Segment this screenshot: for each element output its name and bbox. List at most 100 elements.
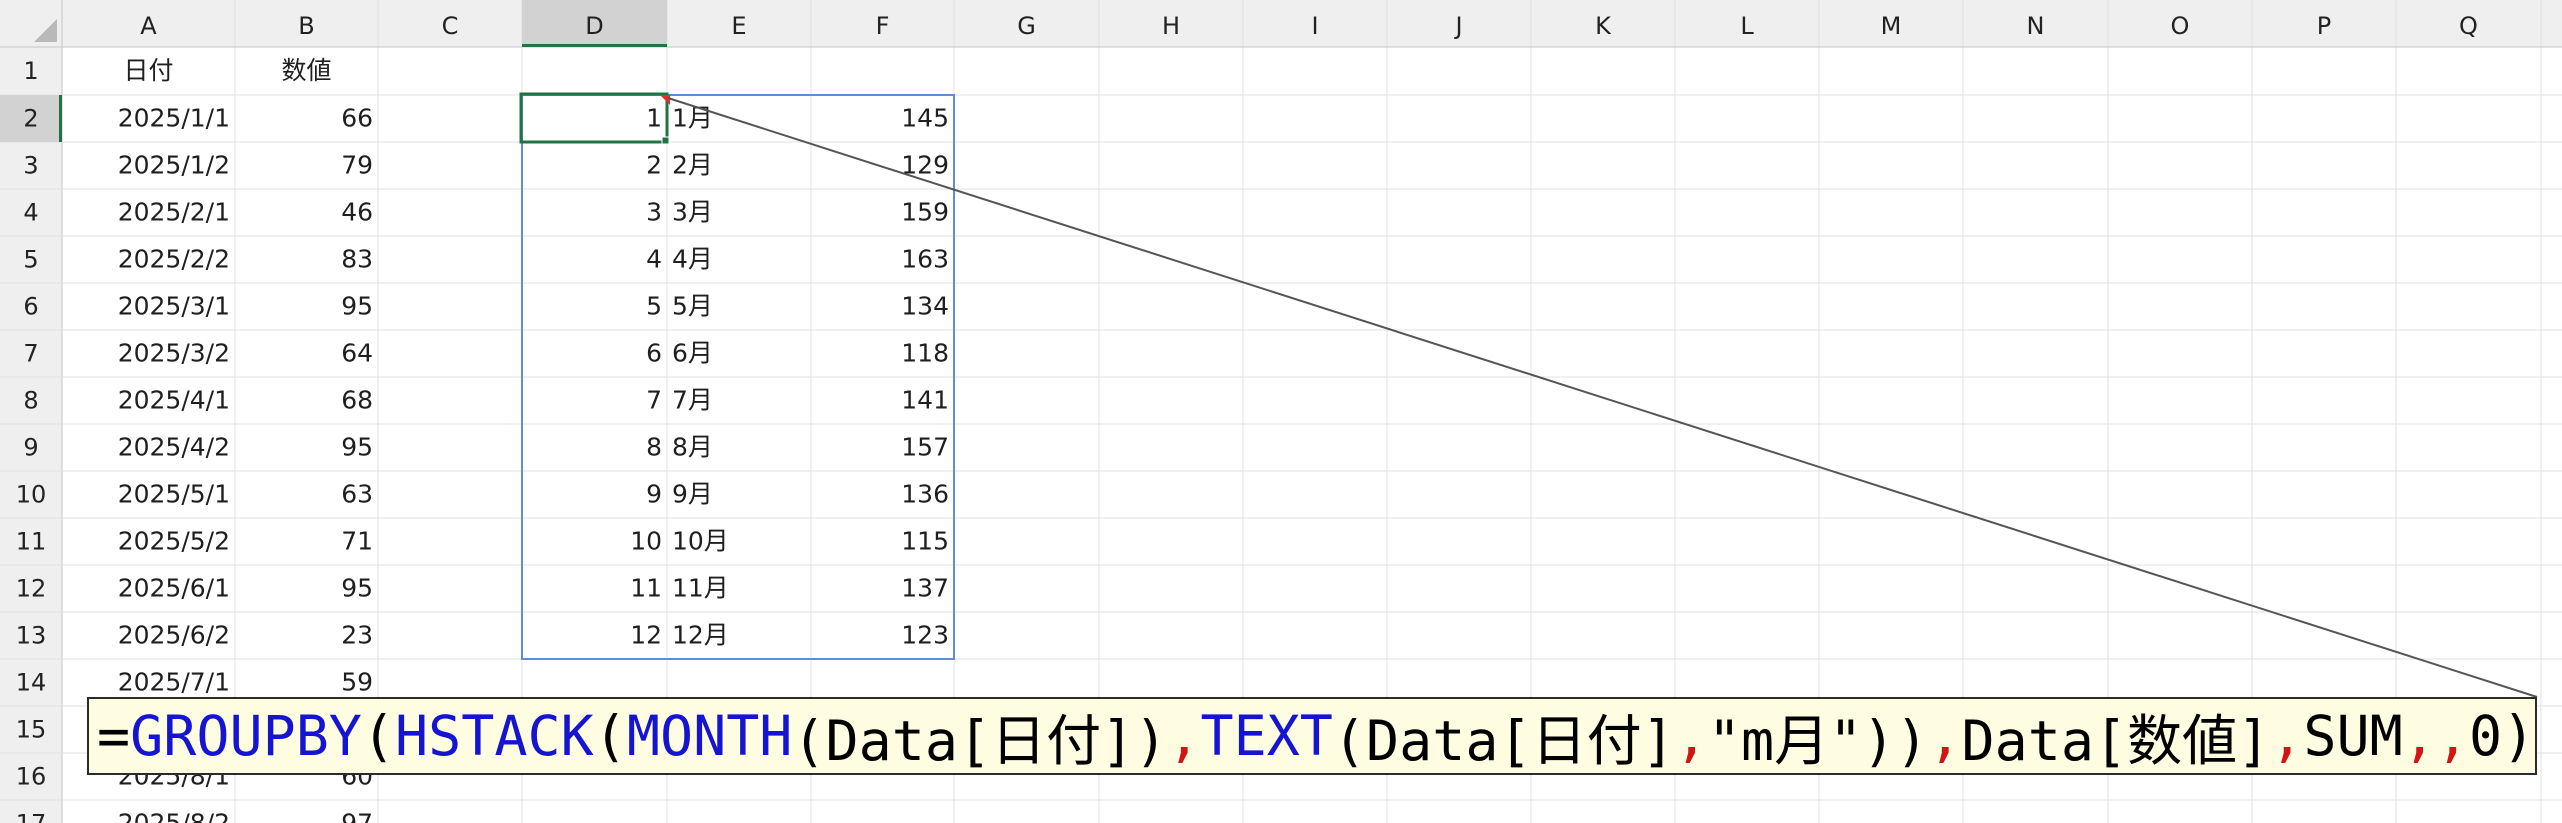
date-cell: 2025/5/2 <box>118 527 230 556</box>
date-cell: 2025/4/1 <box>118 386 230 415</box>
formula-token: "m月")) <box>1707 709 1929 773</box>
value-cell: 46 <box>341 198 373 227</box>
row-header-17[interactable]: 17 <box>16 810 47 823</box>
column-header-e[interactable]: E <box>731 12 746 40</box>
sum-cell: 159 <box>901 198 949 227</box>
value-cell: 68 <box>341 386 373 415</box>
row-header-4[interactable]: 4 <box>23 199 38 227</box>
month-number-cell: 9 <box>646 480 662 509</box>
formula-token: GROUPBY <box>130 704 362 768</box>
row-header-7[interactable]: 7 <box>23 340 38 368</box>
month-number-cell: 4 <box>646 245 662 274</box>
row-header-8[interactable]: 8 <box>23 387 38 415</box>
value-cell: 97 <box>341 809 373 823</box>
value-cell: 95 <box>341 433 373 462</box>
column-header-i[interactable]: I <box>1311 12 1318 40</box>
row-header-3[interactable]: 3 <box>23 152 38 180</box>
column-header-h[interactable]: H <box>1162 12 1180 40</box>
header-date-cell: 日付 <box>123 56 173 85</box>
column-header-k[interactable]: K <box>1595 12 1612 40</box>
month-number-cell: 2 <box>646 151 662 180</box>
month-label-cell: 3月 <box>672 198 713 227</box>
row-header-11[interactable]: 11 <box>16 528 47 556</box>
row-header-1[interactable]: 1 <box>23 57 38 85</box>
row-header-2[interactable]: 2 <box>23 105 38 133</box>
sum-cell: 136 <box>901 480 949 509</box>
column-header-m[interactable]: M <box>1881 12 1902 40</box>
row-header-14[interactable]: 14 <box>16 669 47 697</box>
formula-token: , <box>1928 704 1962 768</box>
month-number-cell: 7 <box>646 386 662 415</box>
column-header-b[interactable]: B <box>298 12 314 40</box>
value-cell: 71 <box>341 527 373 556</box>
column-header-a[interactable]: A <box>140 12 157 40</box>
value-cell: 23 <box>341 621 373 650</box>
month-label-cell: 12月 <box>672 621 729 650</box>
column-header-g[interactable]: G <box>1017 12 1036 40</box>
sum-cell: 118 <box>901 339 949 368</box>
month-label-cell: 7月 <box>672 386 713 415</box>
formula-token: SUM <box>2303 704 2403 768</box>
fill-handle[interactable] <box>661 136 670 145</box>
active-row-marker <box>59 95 62 142</box>
month-number-cell: 6 <box>646 339 662 368</box>
value-cell: 64 <box>341 339 373 368</box>
formula-token: (Data[日付]) <box>792 709 1168 773</box>
column-header-p[interactable]: P <box>2317 12 2331 40</box>
column-header-o[interactable]: O <box>2171 12 2190 40</box>
header-value-cell: 数値 <box>281 56 331 85</box>
value-cell: 66 <box>341 104 373 133</box>
month-number-cell: 5 <box>646 292 662 321</box>
date-cell: 2025/5/1 <box>118 480 230 509</box>
formula-token: (Data[日付] <box>1332 709 1675 773</box>
date-cell: 2025/6/2 <box>118 621 230 650</box>
active-column-marker <box>522 44 667 47</box>
row-header-10[interactable]: 10 <box>16 481 47 509</box>
row-header-12[interactable]: 12 <box>16 575 47 603</box>
month-label-cell: 5月 <box>672 292 713 321</box>
month-number-cell: 8 <box>646 433 662 462</box>
formula-token: TEXT <box>1200 704 1333 768</box>
formula-token: MONTH <box>626 704 793 768</box>
month-number-cell: 3 <box>646 198 662 227</box>
row-header-9[interactable]: 9 <box>23 434 38 462</box>
date-cell: 2025/1/1 <box>118 104 230 133</box>
month-number-cell: 12 <box>630 621 662 650</box>
value-cell: 95 <box>341 574 373 603</box>
month-label-cell: 10月 <box>672 527 729 556</box>
row-header-16[interactable]: 16 <box>16 763 47 791</box>
column-header-n[interactable]: N <box>2027 12 2045 40</box>
column-header-l[interactable]: L <box>1740 12 1754 40</box>
month-label-cell: 2月 <box>672 151 713 180</box>
month-label-cell: 9月 <box>672 480 713 509</box>
column-header-j[interactable]: J <box>1453 12 1462 40</box>
row-header-5[interactable]: 5 <box>23 246 38 274</box>
row-header-13[interactable]: 13 <box>16 622 47 650</box>
column-header-f[interactable]: F <box>876 12 890 40</box>
value-cell: 59 <box>341 668 373 697</box>
month-label-cell: 4月 <box>672 245 713 274</box>
column-header-q[interactable]: Q <box>2459 12 2478 40</box>
date-cell: 2025/7/1 <box>118 668 230 697</box>
active-cell-selection[interactable] <box>519 92 669 144</box>
month-number-cell: 10 <box>630 527 662 556</box>
column-header-d[interactable]: D <box>585 12 603 40</box>
formula-token: ( <box>593 704 627 768</box>
formula-token: , <box>2270 704 2304 768</box>
row-header-6[interactable]: 6 <box>23 293 38 321</box>
column-header-c[interactable]: C <box>442 12 459 40</box>
sum-cell: 137 <box>901 574 949 603</box>
date-cell: 2025/8/2 <box>118 809 230 823</box>
date-cell: 2025/2/1 <box>118 198 230 227</box>
formula-token: 0) <box>2468 704 2536 768</box>
date-cell: 2025/3/1 <box>118 292 230 321</box>
month-number-cell: 11 <box>630 574 662 603</box>
month-label-cell: 6月 <box>672 339 713 368</box>
value-cell: 79 <box>341 151 373 180</box>
sum-cell: 134 <box>901 292 949 321</box>
formula-token: Data[数値] <box>1961 709 2271 773</box>
sum-cell: 163 <box>901 245 949 274</box>
row-header-15[interactable]: 15 <box>16 716 47 744</box>
formula-token: ( <box>361 704 396 768</box>
month-label-cell: 1月 <box>672 104 713 133</box>
